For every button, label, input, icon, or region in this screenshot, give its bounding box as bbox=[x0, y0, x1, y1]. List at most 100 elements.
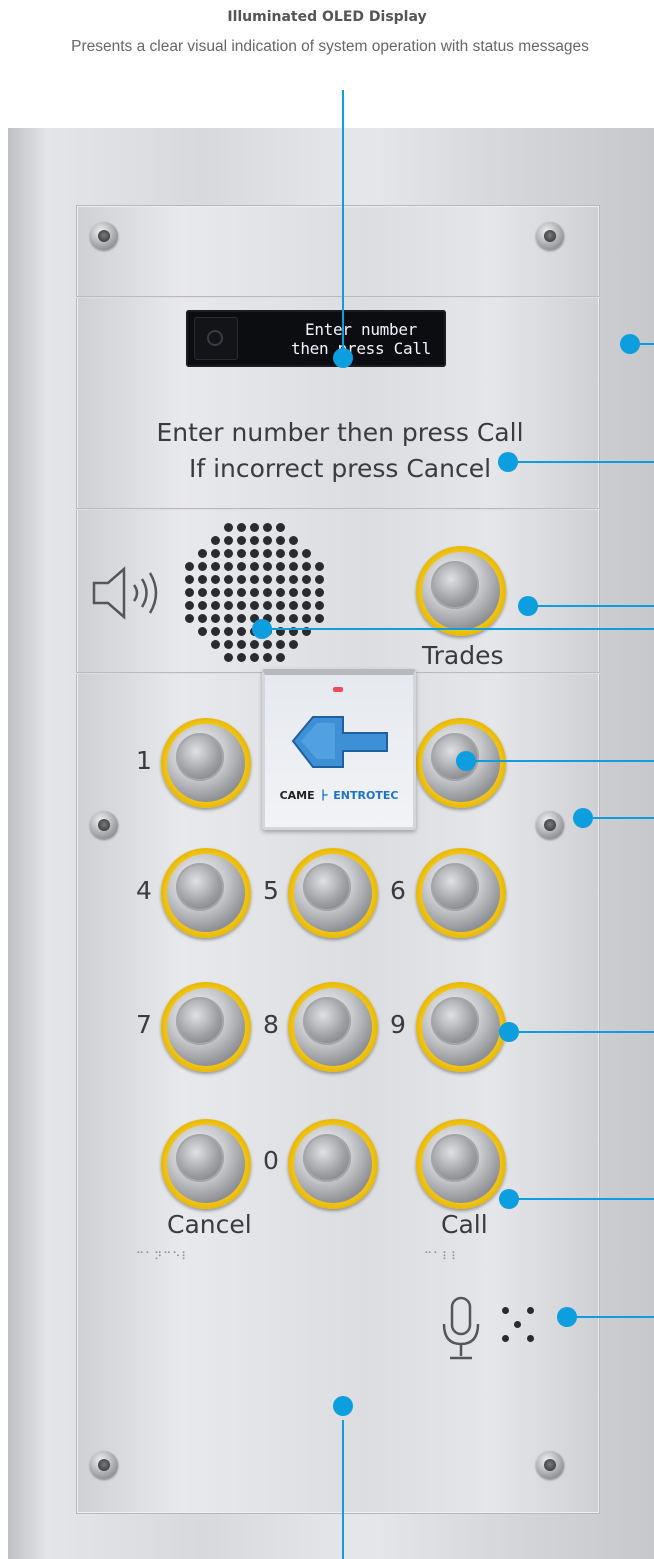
grille-hole bbox=[250, 601, 259, 610]
grille-hole bbox=[276, 601, 285, 610]
speaker-volume-icon bbox=[92, 566, 158, 620]
key-6-button[interactable] bbox=[416, 848, 506, 938]
grille-hole bbox=[289, 614, 298, 623]
key-fob-icon bbox=[291, 716, 388, 768]
grille-hole bbox=[263, 601, 272, 610]
grille-hole bbox=[224, 575, 233, 584]
key-1-button[interactable] bbox=[161, 718, 251, 808]
grille-hole bbox=[276, 536, 285, 545]
key-4-button[interactable] bbox=[161, 848, 251, 938]
key-5-button[interactable] bbox=[288, 848, 378, 938]
key-7-button[interactable] bbox=[161, 982, 251, 1072]
callout-line bbox=[517, 461, 654, 463]
grille-hole bbox=[224, 640, 233, 649]
grille-hole bbox=[237, 588, 246, 597]
grille-hole bbox=[289, 575, 298, 584]
grille-hole bbox=[250, 536, 259, 545]
callout-line bbox=[537, 605, 654, 607]
speaker-grille bbox=[180, 518, 328, 666]
panel-divider bbox=[76, 296, 600, 298]
grille-hole bbox=[302, 588, 311, 597]
grille-hole bbox=[302, 601, 311, 610]
cancel-button[interactable] bbox=[161, 1119, 251, 1209]
trades-button[interactable] bbox=[416, 546, 506, 636]
grille-hole bbox=[224, 614, 233, 623]
grille-hole bbox=[250, 575, 259, 584]
grille-hole bbox=[276, 640, 285, 649]
grille-hole bbox=[224, 627, 233, 636]
grille-hole bbox=[263, 575, 272, 584]
cancel-label: Cancel bbox=[167, 1210, 252, 1239]
callout-line-display bbox=[342, 90, 344, 358]
grille-hole bbox=[211, 575, 220, 584]
key-label-0: 0 bbox=[263, 1146, 279, 1175]
grille-hole bbox=[250, 562, 259, 571]
call-button[interactable] bbox=[416, 1119, 506, 1209]
grille-hole bbox=[185, 575, 194, 584]
callout-line bbox=[590, 817, 654, 819]
key-label-6: 6 bbox=[390, 876, 406, 905]
callout-line bbox=[640, 343, 654, 345]
key-0-button[interactable] bbox=[288, 1119, 378, 1209]
grille-hole bbox=[237, 549, 246, 558]
grille-hole bbox=[289, 588, 298, 597]
screw-icon bbox=[90, 1451, 118, 1479]
grille-hole bbox=[198, 601, 207, 610]
callout-dot-speaker bbox=[252, 619, 272, 639]
grille-hole bbox=[198, 562, 207, 571]
grille-hole bbox=[302, 549, 311, 558]
key-label-1: 1 bbox=[136, 746, 152, 775]
reader-led bbox=[333, 687, 343, 692]
grille-hole bbox=[276, 588, 285, 597]
grille-hole bbox=[224, 588, 233, 597]
grille-hole bbox=[198, 575, 207, 584]
grille-hole bbox=[211, 614, 220, 623]
panel-divider bbox=[76, 508, 600, 510]
grille-hole bbox=[315, 601, 324, 610]
callout-dot-reader bbox=[333, 1396, 353, 1416]
grille-hole bbox=[211, 627, 220, 636]
grille-hole bbox=[224, 549, 233, 558]
screw-icon bbox=[90, 811, 118, 839]
display-line-1: Enter number bbox=[305, 320, 417, 339]
mic-hole bbox=[527, 1335, 534, 1342]
camera-icon bbox=[194, 317, 238, 360]
key-label-7: 7 bbox=[136, 1010, 152, 1039]
reader-brand: CAME ⺊ ENTROTEC bbox=[265, 787, 413, 803]
grille-hole bbox=[211, 588, 220, 597]
key-label-5: 5 bbox=[263, 876, 279, 905]
callout-dot-screw bbox=[573, 808, 593, 828]
grille-hole bbox=[211, 562, 220, 571]
grille-hole bbox=[185, 588, 194, 597]
grille-hole bbox=[250, 588, 259, 597]
callout-dot-microphone bbox=[557, 1307, 577, 1327]
mic-hole bbox=[502, 1335, 509, 1342]
grille-hole bbox=[250, 549, 259, 558]
grille-hole bbox=[289, 536, 298, 545]
grille-hole bbox=[263, 523, 272, 532]
grille-hole bbox=[211, 536, 220, 545]
grille-hole bbox=[198, 614, 207, 623]
callout-dot-instructions bbox=[498, 452, 518, 472]
grille-hole bbox=[289, 640, 298, 649]
braille-call: ⠉⠁⠇⠇ bbox=[424, 1250, 461, 1263]
trades-label: Trades bbox=[422, 641, 504, 670]
grille-hole bbox=[302, 614, 311, 623]
braille-cancel: ⠉⠁⠝⠉⠑⠇ bbox=[136, 1250, 191, 1263]
grille-hole bbox=[315, 614, 324, 623]
grille-hole bbox=[237, 601, 246, 610]
callout-dot-display bbox=[333, 348, 353, 368]
grille-hole bbox=[224, 523, 233, 532]
key-8-button[interactable] bbox=[288, 982, 378, 1072]
screw-icon bbox=[536, 811, 564, 839]
grille-hole bbox=[276, 575, 285, 584]
callout-dot-braille bbox=[499, 1189, 519, 1209]
grille-hole bbox=[289, 562, 298, 571]
grille-hole bbox=[289, 549, 298, 558]
callout-title: Illuminated OLED Display bbox=[227, 9, 427, 25]
screw-icon bbox=[536, 1451, 564, 1479]
grille-hole bbox=[237, 575, 246, 584]
key-9-button[interactable] bbox=[416, 982, 506, 1072]
grille-hole bbox=[237, 614, 246, 623]
grille-hole bbox=[276, 549, 285, 558]
